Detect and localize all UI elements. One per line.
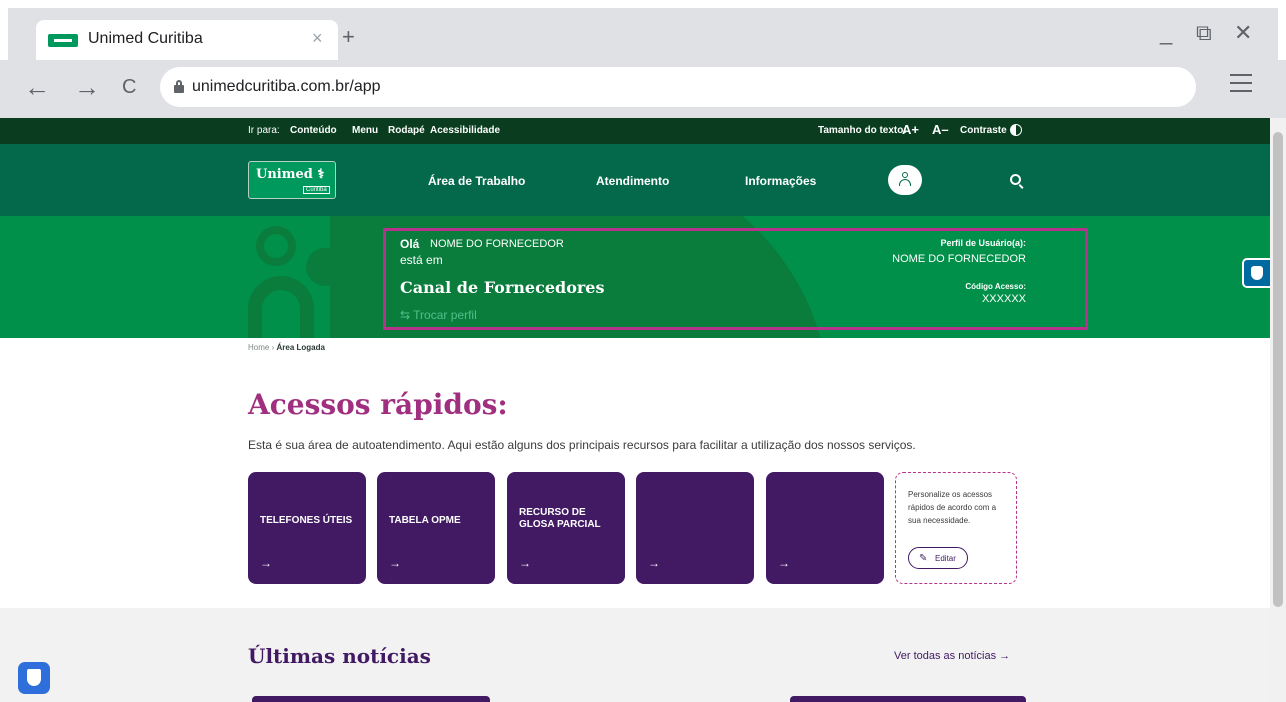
breadcrumb-home[interactable]: Home: [248, 343, 269, 352]
perfil-label: Perfil de Usuário(a):: [940, 238, 1026, 248]
restore-icon[interactable]: ⧉: [1196, 22, 1212, 44]
quick-access-card-glosa[interactable]: RECURSO DE GLOSA PARCIAL →: [507, 472, 625, 584]
shield-icon[interactable]: [18, 662, 50, 694]
contrast-icon[interactable]: [1010, 124, 1022, 136]
skip-rodape-link[interactable]: Rodapé: [388, 125, 425, 136]
nav-informacoes[interactable]: Informações: [745, 174, 816, 188]
news-card-top[interactable]: [790, 696, 1026, 702]
browser-tab[interactable]: Unimed Curitiba ×: [36, 20, 338, 62]
edit-label: Editar: [935, 554, 956, 563]
skip-menu-link[interactable]: Menu: [352, 125, 378, 136]
url-text: unimedcuritiba.com.br/app: [192, 78, 381, 95]
scrollbar[interactable]: [1270, 118, 1286, 702]
unimed-logo[interactable]: Unimed ⚕ Curitiba: [248, 161, 336, 199]
lock-icon: [174, 80, 184, 93]
quick-access-card-telefones[interactable]: TELEFONES ÚTEIS →: [248, 472, 366, 584]
nav-atendimento[interactable]: Atendimento: [596, 174, 669, 188]
increase-font-button[interactable]: A+: [902, 122, 919, 137]
personalize-card: Personalize os acessos rápidos de acordo…: [895, 472, 1017, 584]
breadcrumb-separator: ›: [271, 343, 275, 352]
search-icon[interactable]: [1010, 174, 1021, 185]
logo-subtext: Curitiba: [303, 186, 330, 194]
browser-navbar: ← → C unimedcuritiba.com.br/app: [0, 60, 1286, 118]
page-content: Ir para: Conteúdo Menu Rodapé Acessibili…: [0, 118, 1270, 702]
ver-todas-link[interactable]: Ver todas as notícias →: [894, 650, 1010, 662]
arrow-right-icon: →: [260, 556, 272, 570]
arrow-right-icon: →: [519, 556, 531, 570]
quick-access-card-opme[interactable]: TABELA OPME →: [377, 472, 495, 584]
user-banner: Olá NOME DO FORNECEDOR está em Canal de …: [0, 216, 1270, 338]
card-label: TELEFONES ÚTEIS: [260, 515, 353, 526]
esta-em-label: está em: [400, 253, 443, 267]
scrollbar-thumb[interactable]: [1273, 132, 1283, 607]
accessibility-bar: Ir para: Conteúdo Menu Rodapé Acessibili…: [0, 118, 1270, 144]
skip-acessibilidade-link[interactable]: Acessibilidade: [430, 125, 500, 136]
arrow-right-icon: →: [648, 556, 660, 570]
supplier-name: NOME DO FORNECEDOR: [430, 238, 564, 250]
site-header: Unimed ⚕ Curitiba Área de Trabalho Atend…: [0, 144, 1270, 216]
people-illustration-icon: [248, 226, 358, 338]
new-tab-button[interactable]: +: [342, 26, 355, 48]
minimize-icon[interactable]: _: [1160, 22, 1172, 44]
news-title: Últimas notícias: [248, 644, 431, 668]
channel-title: Canal de Fornecedores: [400, 278, 605, 297]
address-bar[interactable]: unimedcuritiba.com.br/app: [160, 67, 1196, 107]
tab-strip: Unimed Curitiba × + _ ⧉ ✕: [8, 8, 1278, 62]
forward-icon[interactable]: →: [74, 74, 100, 100]
perfil-value: NOME DO FORNECEDOR: [892, 253, 1026, 265]
card-label: RECURSO DE GLOSA PARCIAL: [519, 507, 601, 530]
section-title-acessos: Acessos rápidos:: [248, 388, 508, 421]
tab-close-icon[interactable]: ×: [312, 28, 323, 49]
breadcrumb-current: Área Logada: [276, 343, 325, 352]
reload-icon[interactable]: C: [122, 77, 136, 97]
close-window-icon[interactable]: ✕: [1234, 22, 1252, 44]
browser-tabbar: Unimed Curitiba × + _ ⧉ ✕: [0, 0, 1286, 62]
trocar-perfil-link[interactable]: ⇆ Trocar perfil: [400, 308, 477, 322]
card-label: TABELA OPME: [389, 515, 461, 526]
user-icon[interactable]: [888, 165, 922, 195]
greeting-label: Olá: [400, 237, 420, 251]
back-icon[interactable]: ←: [24, 74, 50, 100]
edit-button[interactable]: ✎ Editar: [908, 547, 968, 569]
menu-icon[interactable]: [1230, 74, 1252, 98]
skip-conteudo-link[interactable]: Conteúdo: [290, 125, 337, 136]
quick-access-card-empty-2[interactable]: →: [766, 472, 884, 584]
news-section: Últimas notícias Ver todas as notícias →: [0, 608, 1270, 702]
arrow-right-icon: →: [389, 556, 401, 570]
ir-para-label: Ir para:: [248, 125, 280, 136]
favicon-icon: [48, 34, 78, 47]
breadcrumb: Home › Área Logada: [248, 343, 325, 352]
logo-text: Unimed ⚕: [256, 167, 325, 182]
arrow-right-icon: →: [778, 556, 790, 570]
tab-title: Unimed Curitiba: [88, 30, 203, 47]
personalize-text: Personalize os acessos rápidos de acordo…: [908, 490, 997, 525]
nav-area-de-trabalho[interactable]: Área de Trabalho: [428, 174, 525, 188]
news-card-top[interactable]: [252, 696, 490, 702]
codigo-label: Código Acesso:: [965, 282, 1026, 291]
contrast-label[interactable]: Contraste: [960, 125, 1007, 136]
section-description: Esta é sua área de autoatendimento. Aqui…: [248, 438, 916, 452]
text-size-label: Tamanho do texto:: [818, 125, 907, 136]
codigo-value: XXXXXX: [981, 293, 1026, 305]
decrease-font-button[interactable]: A–: [932, 122, 949, 137]
pencil-icon: ✎: [919, 553, 928, 564]
libras-icon[interactable]: [1242, 258, 1270, 288]
quick-access-card-empty-1[interactable]: →: [636, 472, 754, 584]
